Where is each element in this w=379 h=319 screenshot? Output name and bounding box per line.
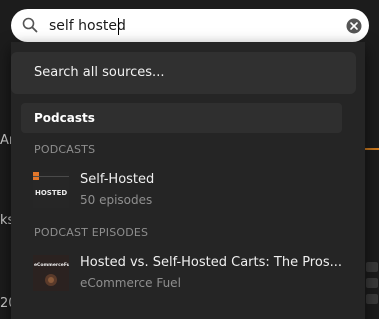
section-header-podcasts: PODCASTS: [34, 143, 96, 156]
text-caret: [118, 18, 119, 35]
search-bar[interactable]: [11, 9, 369, 42]
episode-artwork: eCommerceFuel: [33, 255, 69, 291]
artwork-text: eCommerceFuel: [34, 262, 69, 268]
podcast-result-item[interactable]: HOSTED Self-Hosted 50 episodes: [21, 168, 351, 214]
search-input[interactable]: [49, 15, 339, 37]
clear-icon[interactable]: [346, 18, 362, 34]
search-results-dropdown: Search all sources... Podcasts PODCASTS …: [11, 42, 365, 319]
podcast-episode-count: 50 episodes: [80, 193, 153, 207]
app-window: Ar ks 20 Search all sources... Podcasts …: [0, 0, 379, 319]
podcast-title: Self-Hosted: [80, 172, 155, 187]
episode-podcast-name: eCommerce Fuel: [80, 276, 181, 290]
episode-title: Hosted vs. Self-Hosted Carts: The Pros..…: [80, 255, 342, 270]
section-header-episodes: PODCAST EPISODES: [34, 226, 149, 239]
artwork-text: HOSTED: [35, 189, 67, 197]
search-icon: [22, 17, 38, 33]
search-all-sources-item[interactable]: Search all sources...: [11, 52, 356, 94]
filter-tab-podcasts[interactable]: Podcasts: [21, 103, 342, 133]
podcast-artwork: HOSTED: [33, 172, 69, 208]
background-grid-handle: [366, 262, 378, 304]
episode-result-item[interactable]: eCommerceFuel Hosted vs. Self-Hosted Car…: [21, 251, 351, 297]
